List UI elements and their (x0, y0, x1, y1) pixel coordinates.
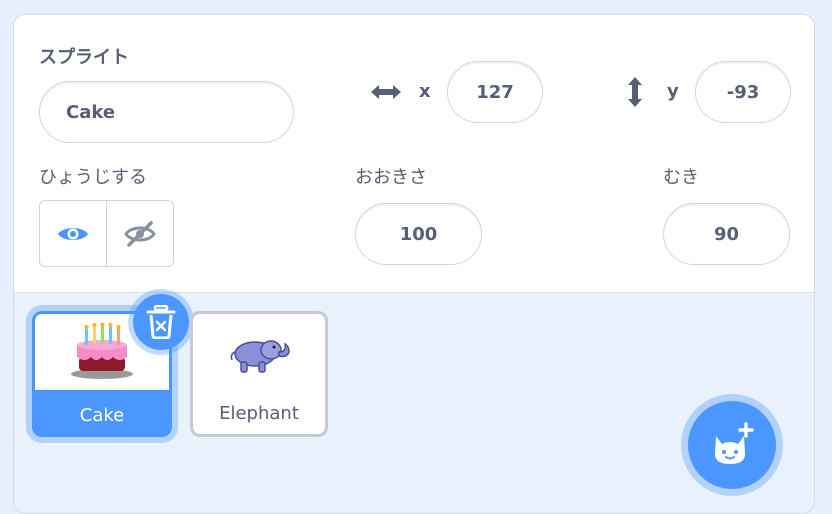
cake-icon (69, 323, 135, 381)
vertical-arrows-icon (625, 75, 645, 109)
size-label: おおきさ (355, 167, 427, 188)
delete-sprite-button[interactable] (133, 294, 189, 350)
sprite-name-label: Elephant (219, 403, 299, 424)
direction-input[interactable]: 90 (663, 203, 790, 265)
sprite-thumbnail (193, 314, 325, 394)
sprite-name-input[interactable]: Cake (39, 81, 294, 143)
sprite-label: スプライト (39, 47, 129, 68)
eye-crossed-icon (124, 220, 156, 247)
direction-label: むき (663, 167, 699, 188)
hide-button[interactable] (106, 201, 173, 266)
sprite-info-panel: スプライト Cake x 127 y -93 ひょうじする おおきさ 100 む… (14, 15, 814, 293)
eye-icon (56, 223, 90, 245)
elephant-icon (227, 334, 291, 374)
sprite-tile-elephant[interactable]: Elephant (190, 311, 328, 437)
visibility-toggle (39, 200, 174, 267)
add-sprite-button[interactable] (688, 401, 776, 489)
y-label: y (667, 81, 679, 102)
cat-plus-icon (709, 422, 755, 468)
sprite-pane: スプライト Cake x 127 y -93 ひょうじする おおきさ 100 む… (13, 14, 815, 514)
sprite-name-label: Cake (79, 405, 125, 426)
y-input[interactable]: -93 (695, 61, 791, 123)
size-input[interactable]: 100 (355, 203, 482, 265)
show-label: ひょうじする (39, 167, 147, 188)
x-label: x (419, 81, 431, 102)
horizontal-arrows-icon (369, 82, 403, 102)
show-button[interactable] (40, 201, 106, 266)
x-input[interactable]: 127 (447, 61, 543, 123)
trash-icon (146, 305, 176, 339)
